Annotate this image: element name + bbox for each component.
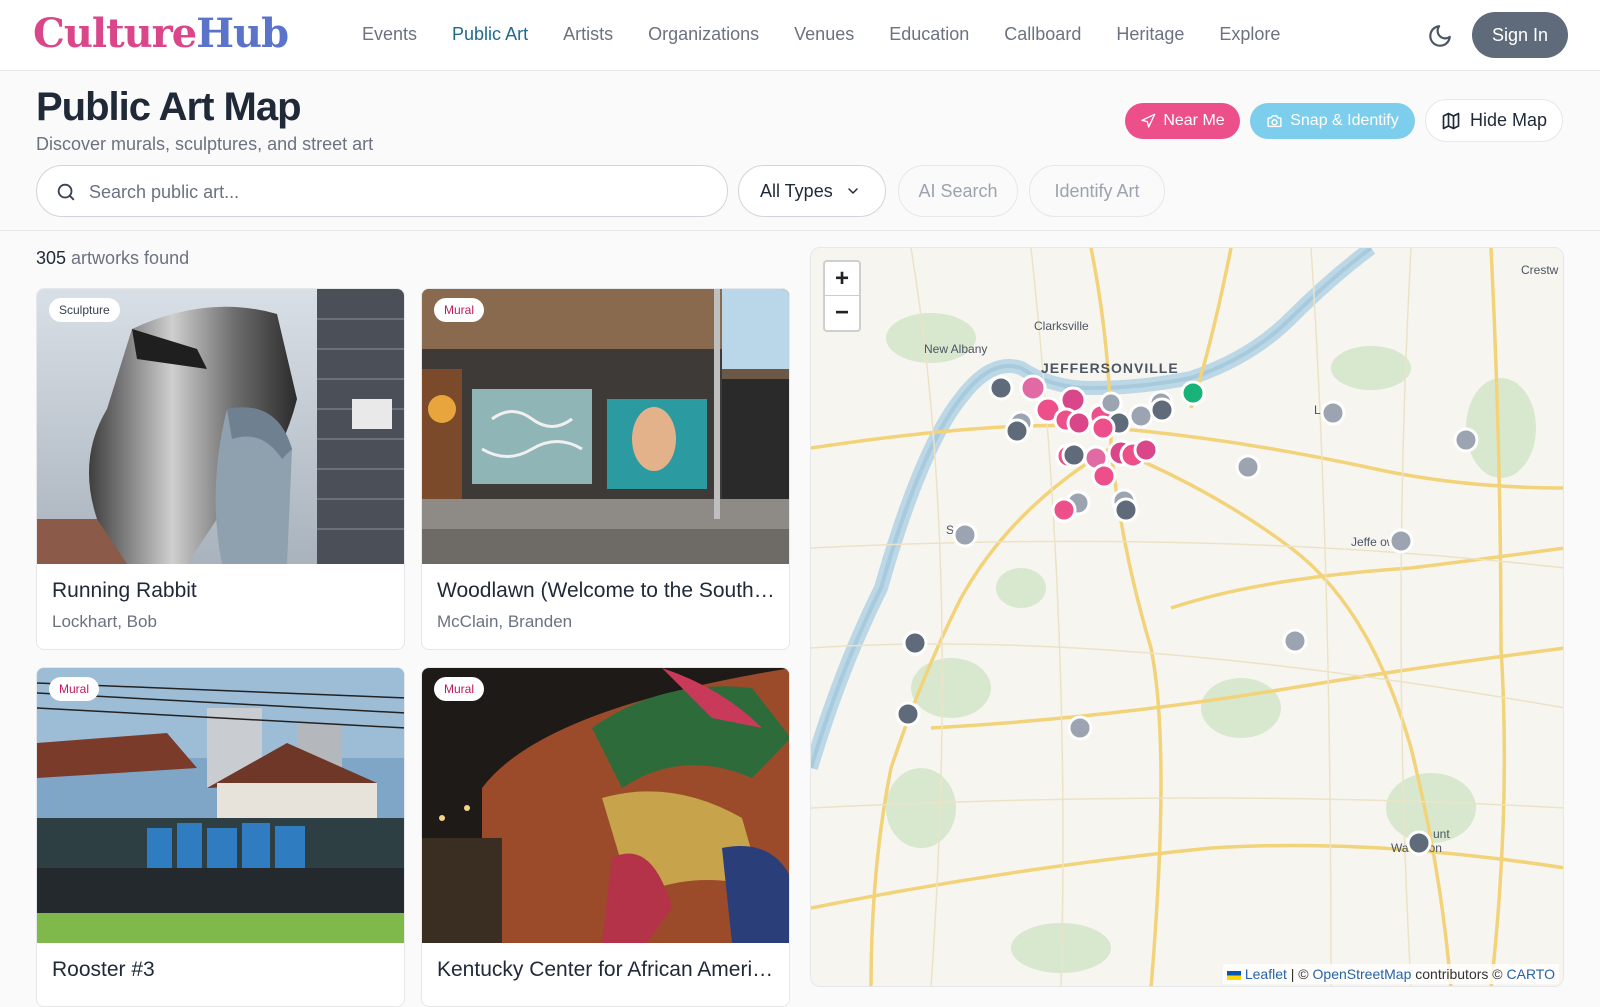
ukraine-flag-icon xyxy=(1226,970,1241,980)
page-header: Public Art Map Discover murals, sculptur… xyxy=(0,71,1600,231)
map-marker[interactable] xyxy=(952,522,978,548)
carto-link[interactable]: CARTO xyxy=(1507,966,1556,982)
map-marker[interactable] xyxy=(988,375,1014,401)
artwork-card[interactable]: Mural Kentucky Center for African Americ… xyxy=(421,667,790,1007)
attribution-contrib: contributors © xyxy=(1411,966,1507,982)
near-me-label: Near Me xyxy=(1163,112,1225,129)
nav-item-events[interactable]: Events xyxy=(362,24,417,45)
map-marker[interactable] xyxy=(1128,403,1154,429)
logo[interactable]: CultureHub xyxy=(33,10,289,57)
chevron-down-icon xyxy=(847,188,858,194)
artwork-artist: Lockhart, Bob xyxy=(52,612,157,631)
map-marker[interactable] xyxy=(1019,374,1047,402)
nav-item-public-art[interactable]: Public Art xyxy=(452,24,528,45)
attribution-sep: | © xyxy=(1286,966,1313,982)
map-marker[interactable] xyxy=(1061,442,1087,468)
artwork-image xyxy=(37,668,404,943)
results-count-suffix: artworks found xyxy=(66,248,190,268)
hide-map-label: Hide Map xyxy=(1469,110,1548,130)
artwork-image xyxy=(422,668,789,943)
map-marker[interactable] xyxy=(1388,528,1414,554)
map-marker[interactable] xyxy=(1453,427,1479,453)
nav-item-venues[interactable]: Venues xyxy=(794,24,854,45)
ai-search-button[interactable]: AI Search xyxy=(898,165,1018,217)
page-subtitle: Discover murals, sculptures, and street … xyxy=(36,134,374,154)
zoom-out-button[interactable]: − xyxy=(825,296,859,330)
map-marker[interactable] xyxy=(1051,497,1077,523)
leaflet-link[interactable]: Leaflet xyxy=(1245,966,1287,982)
map-marker[interactable] xyxy=(1282,628,1308,654)
artwork-card[interactable]: Mural Rooster #3 xyxy=(36,667,405,1007)
map-marker[interactable] xyxy=(902,630,928,656)
main-nav: Events Public Art Artists Organizations … xyxy=(362,24,1315,45)
results-count: 305 artworks found xyxy=(36,248,189,269)
search-icon xyxy=(57,183,75,201)
artwork-title: Running Rabbit xyxy=(52,579,197,602)
artwork-title: Rooster #3 xyxy=(52,958,155,981)
artwork-card[interactable]: Mural Woodlawn (Welcome to the Southside… xyxy=(421,288,790,650)
logo-part-1: Culture xyxy=(33,10,197,57)
map-marker[interactable] xyxy=(1091,463,1117,489)
zoom-control: + − xyxy=(823,260,861,332)
near-me-button[interactable]: Near Me xyxy=(1125,103,1240,139)
artwork-card[interactable]: Sculpture Running Rabbit Lockhart, Bob xyxy=(36,288,405,650)
map-markers xyxy=(895,374,1479,856)
map-marker[interactable] xyxy=(1133,437,1159,463)
nav-item-organizations[interactable]: Organizations xyxy=(648,24,759,45)
map-icon xyxy=(1442,112,1460,129)
map-marker[interactable] xyxy=(1090,415,1116,441)
map-marker[interactable] xyxy=(1066,410,1092,436)
zoom-in-button[interactable]: + xyxy=(825,262,859,296)
map-marker[interactable] xyxy=(1113,497,1139,523)
art-map[interactable]: Clarksville New Albany JEFFERSONVILLE L … xyxy=(810,247,1564,987)
navigation-arrow-icon xyxy=(1141,113,1156,128)
map-marker[interactable] xyxy=(1406,830,1432,856)
map-attribution: Leaflet | © OpenStreetMap contributors ©… xyxy=(1222,964,1559,984)
artwork-artist: McClain, Branden xyxy=(437,612,573,631)
nav-item-callboard[interactable]: Callboard xyxy=(1004,24,1081,45)
snap-identify-button[interactable]: Snap & Identify xyxy=(1250,103,1415,139)
sign-in-button[interactable]: Sign In xyxy=(1472,12,1568,58)
search-box xyxy=(36,165,728,217)
type-select[interactable]: All Types xyxy=(738,165,886,217)
search-input[interactable] xyxy=(89,179,709,205)
nav-item-artists[interactable]: Artists xyxy=(563,24,613,45)
logo-part-2: Hub xyxy=(196,10,289,57)
type-badge: Mural xyxy=(49,677,100,701)
artwork-title: Woodlawn (Welcome to the Southside) xyxy=(437,579,777,602)
results-count-number: 305 xyxy=(36,248,67,268)
artwork-title: Kentucky Center for African American Her… xyxy=(437,958,777,981)
nav-item-education[interactable]: Education xyxy=(889,24,969,45)
osm-link[interactable]: OpenStreetMap xyxy=(1313,966,1412,982)
map-marker[interactable] xyxy=(1067,715,1093,741)
page-title: Public Art Map xyxy=(36,85,302,129)
map-marker[interactable] xyxy=(1149,397,1175,423)
type-select-value: All Types xyxy=(760,180,833,201)
artwork-image xyxy=(37,289,404,564)
map-marker[interactable] xyxy=(1099,391,1123,415)
snap-identify-label: Snap & Identify xyxy=(1290,112,1399,129)
type-badge: Sculpture xyxy=(49,298,120,322)
nav-item-explore[interactable]: Explore xyxy=(1219,24,1280,45)
artwork-image xyxy=(422,289,789,564)
map-marker[interactable] xyxy=(1320,400,1346,426)
camera-icon xyxy=(1267,114,1282,127)
top-navbar: CultureHub Events Public Art Artists Org… xyxy=(0,0,1600,71)
dark-mode-moon-icon[interactable] xyxy=(1427,23,1453,49)
map-marker[interactable] xyxy=(1004,418,1030,444)
type-badge: Mural xyxy=(434,298,485,322)
map-marker[interactable] xyxy=(895,701,921,727)
identify-art-button[interactable]: Identify Art xyxy=(1029,165,1165,217)
nav-item-heritage[interactable]: Heritage xyxy=(1116,24,1184,45)
map-marker[interactable] xyxy=(1235,454,1261,480)
hide-map-button[interactable]: Hide Map xyxy=(1425,99,1563,142)
type-badge: Mural xyxy=(434,677,485,701)
map-marker[interactable] xyxy=(1180,380,1206,406)
